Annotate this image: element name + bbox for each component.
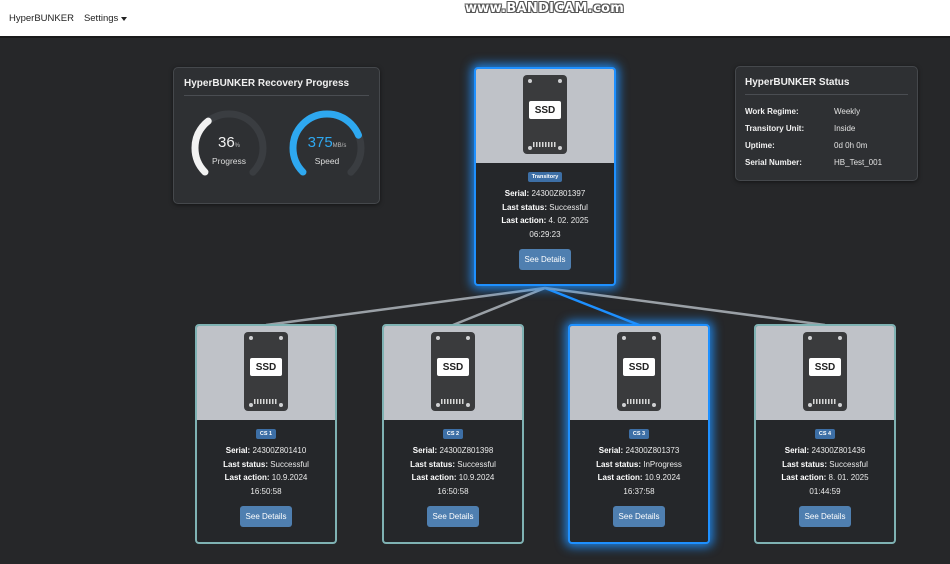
- see-details-button[interactable]: See Details: [612, 506, 666, 527]
- action-time: 16:50:58: [250, 486, 282, 496]
- action-line: Last action: 10.9.2024: [411, 473, 495, 482]
- storage-unit-card-cs3: SSD CS 3 Serial: 24300Z801373 Last statu…: [568, 324, 710, 544]
- status-row-transitory-unit: Transitory Unit: Inside: [745, 120, 908, 137]
- speed-label: Speed: [314, 156, 340, 166]
- action-line: Last action: 10.9.2024: [597, 473, 681, 482]
- status-panel: HyperBUNKER Status Work Regime: Weekly T…: [735, 66, 918, 181]
- unit-badge: CS 2: [442, 429, 464, 439]
- connector-cs4: [544, 286, 826, 327]
- ssd-image-area: SSD: [476, 69, 614, 163]
- status-value: Inside: [834, 124, 856, 133]
- status-value: HB_Test_001: [834, 158, 883, 167]
- serial-value: 24300Z801436: [811, 446, 866, 455]
- ssd-label: SSD: [250, 358, 282, 376]
- see-details-button[interactable]: See Details: [798, 506, 852, 527]
- status-line: Last status: InProgress: [596, 459, 682, 469]
- speed-gauge: 375MB/s Speed: [287, 108, 367, 188]
- action-line: Last action: 4. 02. 2025: [501, 216, 589, 225]
- serial-value: 24300Z801397: [531, 189, 586, 198]
- serial-line: Serial: 24300Z801398: [412, 446, 494, 455]
- serial-value: 24300Z801373: [625, 446, 680, 455]
- action-time: 16:37:58: [623, 486, 655, 496]
- status-value: Successful: [549, 202, 588, 212]
- status-value: Successful: [829, 459, 868, 469]
- status-key: Transitory Unit:: [745, 124, 805, 133]
- see-details-button[interactable]: See Details: [518, 249, 572, 270]
- unit-badge: CS 1: [255, 429, 277, 439]
- speed-value: 375: [307, 134, 333, 151]
- ssd-image-area: SSD: [756, 326, 894, 420]
- ssd-label: SSD: [623, 358, 655, 376]
- serial-line: Serial: 24300Z801436: [784, 446, 866, 455]
- status-title: HyperBUNKER Status: [745, 77, 850, 88]
- see-details-button[interactable]: See Details: [239, 506, 293, 527]
- ssd-image-area: SSD: [570, 326, 708, 420]
- status-row-serial-number: Serial Number: HB_Test_001: [745, 154, 908, 171]
- ssd-icon: SSD: [617, 332, 661, 411]
- divider: [745, 94, 908, 95]
- unit-badge: Transitory: [527, 172, 563, 182]
- ssd-icon: SSD: [431, 332, 475, 411]
- status-value: Weekly: [834, 107, 861, 116]
- storage-unit-card-cs2: SSD CS 2 Serial: 24300Z801398 Last statu…: [382, 324, 524, 544]
- ssd-icon: SSD: [523, 75, 567, 154]
- progress-label: Progress: [211, 156, 246, 166]
- serial-value: 24300Z801410: [252, 446, 307, 455]
- action-date: 4. 02. 2025: [548, 216, 589, 225]
- recovery-progress-panel: HyperBUNKER Recovery Progress 36% Progre…: [173, 67, 380, 204]
- status-key: Uptime:: [745, 141, 775, 150]
- ssd-icon: SSD: [803, 332, 847, 411]
- action-line: Last action: 8. 01. 2025: [781, 473, 869, 482]
- ssd-label: SSD: [809, 358, 841, 376]
- status-row-work-regime: Work Regime: Weekly: [745, 103, 908, 120]
- status-line: Last status: Successful: [223, 459, 309, 469]
- status-value: 0d 0h 0m: [834, 141, 868, 150]
- serial-line: Serial: 24300Z801373: [598, 446, 680, 455]
- ssd-label: SSD: [529, 101, 561, 119]
- serial-line: Serial: 24300Z801397: [504, 189, 586, 198]
- serial-value: 24300Z801398: [439, 446, 494, 455]
- action-time: 06:29:23: [529, 229, 561, 239]
- serial-line: Serial: 24300Z801410: [225, 446, 307, 455]
- unit-badge: CS 4: [814, 429, 836, 439]
- ssd-label: SSD: [437, 358, 469, 376]
- action-date: 10.9.2024: [644, 473, 681, 482]
- recovery-progress-title: HyperBUNKER Recovery Progress: [184, 78, 350, 89]
- ssd-image-area: SSD: [384, 326, 522, 420]
- storage-unit-card-cs4: SSD CS 4 Serial: 24300Z801436 Last statu…: [754, 324, 896, 544]
- status-line: Last status: Successful: [410, 459, 496, 469]
- progress-gauge: 36% Progress: [189, 108, 269, 188]
- storage-unit-card-cs1: SSD CS 1 Serial: 24300Z801410 Last statu…: [195, 324, 337, 544]
- progress-value: 36: [217, 134, 235, 151]
- status-row-uptime: Uptime: 0d 0h 0m: [745, 137, 908, 154]
- action-date: 10.9.2024: [458, 473, 495, 482]
- status-key: Serial Number:: [745, 158, 802, 167]
- connector-cs1: [265, 286, 546, 327]
- action-time: 16:50:58: [437, 486, 469, 496]
- transitory-unit-card: SSD Transitory Serial: 24300Z801397 Last…: [474, 67, 616, 286]
- status-line: Last status: Successful: [502, 202, 588, 212]
- action-date: 10.9.2024: [271, 473, 308, 482]
- progress-unit: %: [234, 143, 241, 149]
- see-details-button[interactable]: See Details: [426, 506, 480, 527]
- ssd-image-area: SSD: [197, 326, 335, 420]
- status-value: Successful: [270, 459, 309, 469]
- speed-unit: MB/s: [332, 143, 347, 149]
- status-line: Last status: Successful: [782, 459, 868, 469]
- status-value: InProgress: [643, 459, 682, 469]
- action-time: 01:44:59: [809, 486, 841, 496]
- action-date: 8. 01. 2025: [828, 473, 869, 482]
- action-line: Last action: 10.9.2024: [224, 473, 308, 482]
- status-value: Successful: [457, 459, 496, 469]
- unit-badge: CS 3: [628, 429, 650, 439]
- status-key: Work Regime:: [745, 107, 799, 116]
- ssd-icon: SSD: [244, 332, 288, 411]
